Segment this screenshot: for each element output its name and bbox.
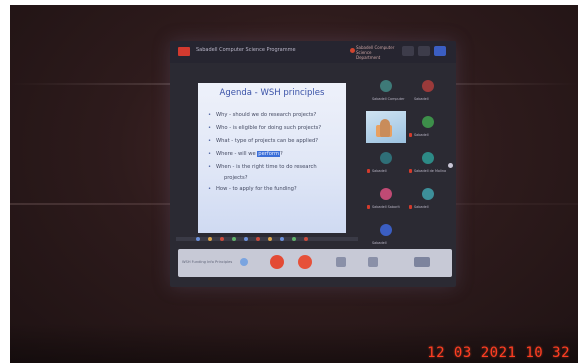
meeting-topbar: Sabadell Computer Science Programme Saba… <box>170 41 456 63</box>
user-status-icon <box>350 48 355 53</box>
participant-name: Sabadell <box>414 97 429 101</box>
gallery-scroll-handle[interactable] <box>448 163 453 168</box>
participant-tile[interactable]: Sabadell <box>366 147 406 177</box>
mic-muted-icon <box>367 169 370 173</box>
participant-name: Sabadell <box>372 169 387 173</box>
participant-name: Sabadell <box>414 205 429 209</box>
participant-name: Sabadell Saborit <box>372 205 400 209</box>
share-screen-button[interactable] <box>336 257 346 267</box>
speaker-view-button[interactable] <box>402 46 414 56</box>
participant-tile[interactable]: Sabadell <box>366 219 406 249</box>
security-icon[interactable] <box>240 258 248 266</box>
mic-muted-icon <box>409 205 412 209</box>
participant-name: Sabadell Computer <box>372 97 405 101</box>
mic-muted-icon <box>367 205 370 209</box>
end-meeting-button[interactable] <box>414 257 430 267</box>
participant-gallery: Sabadell Computer Sabadell Sabadell Sabadel… <box>362 65 456 265</box>
meeting-controls: WSH Funding Info Principles <box>178 249 452 277</box>
person-figure <box>380 119 390 137</box>
participant-tile[interactable]: Sabadell Saborit <box>366 183 406 213</box>
slide-bullet: When - is the right time to do research <box>208 161 321 174</box>
thumbnail-strip[interactable] <box>176 237 358 241</box>
avatar <box>422 116 434 128</box>
more-options-button[interactable] <box>368 257 378 267</box>
text-selection-highlight: perform <box>257 151 281 157</box>
avatar <box>380 152 392 164</box>
gallery-view-button[interactable] <box>418 46 430 56</box>
participant-tile[interactable]: Sabadell <box>408 75 448 105</box>
meeting-info-label: WSH Funding Info Principles <box>182 260 233 264</box>
slide-title: Agenda - WSH principles <box>219 88 325 98</box>
avatar <box>380 188 392 200</box>
avatar <box>380 224 392 236</box>
stop-video-button[interactable] <box>298 255 312 269</box>
participant-tile[interactable]: Sabadell Computer <box>366 75 406 105</box>
participant-tile[interactable]: Sabadell <box>408 183 448 213</box>
slide-bullet: How - to apply for the funding? <box>208 183 321 196</box>
layout-button[interactable] <box>434 46 446 56</box>
photo-of-monitor: Sabadell Computer Science Programme Saba… <box>10 5 578 363</box>
participant-tile[interactable] <box>366 111 406 143</box>
slide-bullet: What - type of projects can be applied? <box>208 135 321 148</box>
mute-mic-button[interactable] <box>270 255 284 269</box>
slide-bullets: Why - should we do research projects?Who… <box>208 109 321 196</box>
avatar <box>422 152 434 164</box>
mic-muted-icon <box>409 133 412 137</box>
participant-video <box>366 111 406 143</box>
thumbnail-dot <box>232 237 236 241</box>
thumbnail-dot <box>304 237 308 241</box>
thumbnail-dot <box>292 237 296 241</box>
meeting-title: Sabadell Computer Science Programme <box>196 47 296 53</box>
thumbnail-dot <box>268 237 272 241</box>
participant-name: Sabadell <box>414 133 429 137</box>
avatar <box>380 80 392 92</box>
participant-name: Sabadell de Molina <box>414 169 447 173</box>
video-call-window: Sabadell Computer Science Programme Saba… <box>170 41 456 287</box>
active-speaker-label: Sabadell Computer Science Department <box>356 45 395 60</box>
thumbnail-dot <box>280 237 284 241</box>
shared-slide: Agenda - WSH principles Why - should we … <box>198 83 346 233</box>
slide-bullet: Where - will we perform? <box>208 148 321 161</box>
recording-icon <box>178 47 190 56</box>
avatar <box>422 80 434 92</box>
thumbnail-dot <box>196 237 200 241</box>
camera-datestamp: 12 03 2021 10 32 <box>427 345 570 361</box>
slide-bullet: Why - should we do research projects? <box>208 109 321 122</box>
mic-muted-icon <box>409 169 412 173</box>
avatar <box>422 188 434 200</box>
thumbnail-dot <box>220 237 224 241</box>
participant-name: Sabadell <box>372 241 387 245</box>
thumbnail-dot <box>256 237 260 241</box>
participant-tile[interactable]: Sabadell de Molina <box>408 147 448 177</box>
slide-bullet: projects? <box>224 175 248 181</box>
thumbnail-dot <box>208 237 212 241</box>
slide-bullet: Who - is eligible for doing such project… <box>208 122 321 135</box>
thumbnail-dot <box>244 237 248 241</box>
participant-tile[interactable]: Sabadell <box>408 111 448 141</box>
